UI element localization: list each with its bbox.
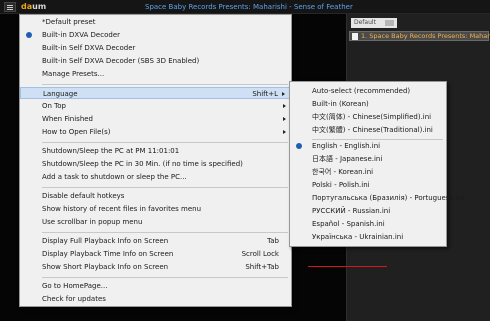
menu-icon-line — [7, 5, 13, 6]
title-bar: daum Space Baby Records Presents: Mahari… — [0, 0, 490, 14]
menu-item-label: Португальська (Бразилія) - Portuguese.in… — [312, 194, 465, 202]
menu-item-label: Manage Presets... — [42, 70, 105, 78]
language-item-portuguese[interactable]: Португальська (Бразилія) - Portuguese.in… — [290, 192, 464, 204]
app-logo[interactable]: daum — [21, 1, 46, 13]
menu-separator — [42, 232, 288, 233]
menu-item-manage-presets[interactable]: Manage Presets... — [20, 68, 291, 80]
menu-item-label: Auto-select (recommended) — [312, 87, 411, 95]
menu-item-label: Shutdown/Sleep the PC at PM 11:01:01 — [42, 147, 180, 155]
menu-item-label: English - English.ini — [312, 142, 381, 150]
menu-item-on-top[interactable]: On Top — [20, 100, 291, 112]
menu-item-label: Shutdown/Sleep the PC in 30 Min. (if no … — [42, 160, 243, 168]
playlist-tab-label: Default — [354, 19, 376, 26]
menu-item-label: Disable default hotkeys — [42, 192, 125, 200]
menu-item-label: *Default preset — [42, 18, 96, 26]
menu-item-label: Built-in Self DXVA Decoder — [42, 44, 136, 52]
menu-item-add-shutdown-task[interactable]: Add a task to shutdown or sleep the PC..… — [20, 171, 291, 183]
menu-item-label: Add a task to shutdown or sleep the PC..… — [42, 173, 187, 181]
language-item-chinese-simplified[interactable]: 中文(简体) - Chinese(Simplified).ini — [290, 111, 446, 123]
menu-item-label: Go to HomePage... — [42, 282, 108, 290]
menu-item-label: 中文(繁體) - Chinese(Traditional).ini — [312, 126, 433, 134]
menu-item-label: Built-in (Korean) — [312, 100, 369, 108]
logo-part2: um — [32, 2, 47, 11]
menu-item-label: Español - Spanish.ini — [312, 220, 385, 228]
playlist-tab[interactable]: Default — [351, 18, 397, 28]
menu-item-label: Українська - Ukrainian.ini — [312, 233, 404, 241]
language-item-korean[interactable]: 한국어 - Korean.ini — [290, 166, 446, 178]
menu-item-label: Show history of recent files in favorite… — [42, 205, 202, 213]
submenu-arrow-icon — [283, 104, 286, 108]
menu-item-playback-time-info[interactable]: Display Playback Time Info on Screen Scr… — [20, 248, 291, 260]
language-item-polish[interactable]: Polski - Polish.ini — [290, 179, 446, 191]
language-item-ukrainian[interactable]: Українська - Ukrainian.ini — [290, 231, 446, 243]
menu-item-label: Display Full Playback Info on Screen — [42, 237, 169, 245]
menu-item-when-finished[interactable]: When Finished — [20, 113, 291, 125]
menu-item-disable-hotkeys[interactable]: Disable default hotkeys — [20, 190, 291, 202]
menu-item-check-updates[interactable]: Check for updates — [20, 293, 291, 305]
playlist-item-label: 1. Space Baby Records Presents: Maharish… — [361, 32, 490, 40]
menu-item-label: 中文(简体) - Chinese(Simplified).ini — [312, 113, 432, 121]
language-item-chinese-traditional[interactable]: 中文(繁體) - Chinese(Traditional).ini — [290, 124, 446, 136]
menu-item-how-to-open[interactable]: How to Open File(s) — [20, 126, 291, 138]
menu-item-default-preset[interactable]: *Default preset — [20, 16, 291, 28]
radio-bullet-icon — [296, 143, 302, 149]
menu-item-builtin-dxva[interactable]: Built-in DXVA Decoder — [20, 29, 291, 41]
menu-item-label: When Finished — [42, 115, 94, 123]
menu-item-short-playback-info[interactable]: Show Short Playback Info on Screen Shift… — [20, 261, 291, 273]
submenu-arrow-icon — [283, 130, 286, 134]
menu-item-use-scrollbar[interactable]: Use scrollbar in popup menu — [20, 216, 291, 228]
language-item-auto[interactable]: Auto-select (recommended) — [290, 85, 446, 97]
menu-item-label: Built-in Self DXVA Decoder (SBS 3D Enabl… — [42, 57, 200, 65]
language-item-builtin-korean[interactable]: Built-in (Korean) — [290, 98, 446, 110]
menu-item-label: Check for updates — [42, 295, 106, 303]
playlist-tab-dropdown[interactable] — [385, 20, 394, 26]
radio-bullet-icon — [26, 32, 32, 38]
file-icon — [352, 33, 358, 40]
red-underline-annotation — [308, 266, 387, 267]
menu-icon-line — [7, 7, 13, 8]
menu-separator — [42, 277, 288, 278]
submenu-arrow-icon — [282, 92, 285, 96]
menu-separator — [42, 84, 288, 85]
menu-item-self-dxva-3d[interactable]: Built-in Self DXVA Decoder (SBS 3D Enabl… — [20, 55, 291, 67]
menu-item-label: 日本語 - Japanese.ini — [312, 155, 383, 163]
menu-item-label: Built-in DXVA Decoder — [42, 31, 121, 39]
menu-separator — [42, 187, 288, 188]
playlist-item[interactable]: 1. Space Baby Records Presents: Maharish… — [349, 31, 490, 41]
menu-item-language[interactable]: Language Shift+L — [20, 87, 291, 99]
submenu-arrow-icon — [283, 117, 286, 121]
menu-item-label: Language — [43, 90, 78, 98]
menu-item-shutdown-in[interactable]: Shutdown/Sleep the PC in 30 Min. (if no … — [20, 158, 291, 170]
language-item-russian[interactable]: РУССКИЙ - Russian.ini — [290, 205, 446, 217]
menu-separator — [42, 142, 288, 143]
menu-item-full-playback-info[interactable]: Display Full Playback Info on Screen Tab — [20, 235, 291, 247]
menu-item-homepage[interactable]: Go to HomePage... — [20, 280, 291, 292]
logo-part1: da — [21, 2, 33, 11]
menu-item-label: How to Open File(s) — [42, 128, 111, 136]
menu-item-self-dxva[interactable]: Built-in Self DXVA Decoder — [20, 42, 291, 54]
language-item-english[interactable]: English - English.ini — [290, 140, 446, 152]
language-item-spanish[interactable]: Español - Spanish.ini — [290, 218, 446, 230]
menu-item-label: On Top — [42, 102, 66, 110]
menu-icon-line — [7, 9, 13, 10]
menu-item-shortcut: Shift+Tab — [245, 263, 279, 271]
menu-item-shortcut: Scroll Lock — [241, 250, 279, 258]
menu-item-label: 한국어 - Korean.ini — [312, 168, 374, 176]
menu-item-label: Use scrollbar in popup menu — [42, 218, 143, 226]
language-submenu: Auto-select (recommended) Built-in (Kore… — [289, 81, 464, 247]
menu-item-shortcut: Shift+L — [252, 90, 278, 98]
main-menu-button[interactable] — [4, 2, 16, 12]
menu-item-label: РУССКИЙ - Russian.ini — [312, 207, 391, 215]
menu-item-shutdown-at[interactable]: Shutdown/Sleep the PC at PM 11:01:01 — [20, 145, 291, 157]
main-context-menu: *Default preset Built-in DXVA Decoder Bu… — [19, 14, 292, 307]
menu-item-label: Display Playback Time Info on Screen — [42, 250, 174, 258]
menu-item-show-history[interactable]: Show history of recent files in favorite… — [20, 203, 291, 215]
window-title: Space Baby Records Presents: Maharishi -… — [145, 3, 353, 11]
menu-item-label: Polski - Polish.ini — [312, 181, 370, 189]
menu-item-label: Show Short Playback Info on Screen — [42, 263, 169, 271]
menu-item-shortcut: Tab — [267, 237, 279, 245]
language-item-japanese[interactable]: 日本語 - Japanese.ini — [290, 153, 446, 165]
